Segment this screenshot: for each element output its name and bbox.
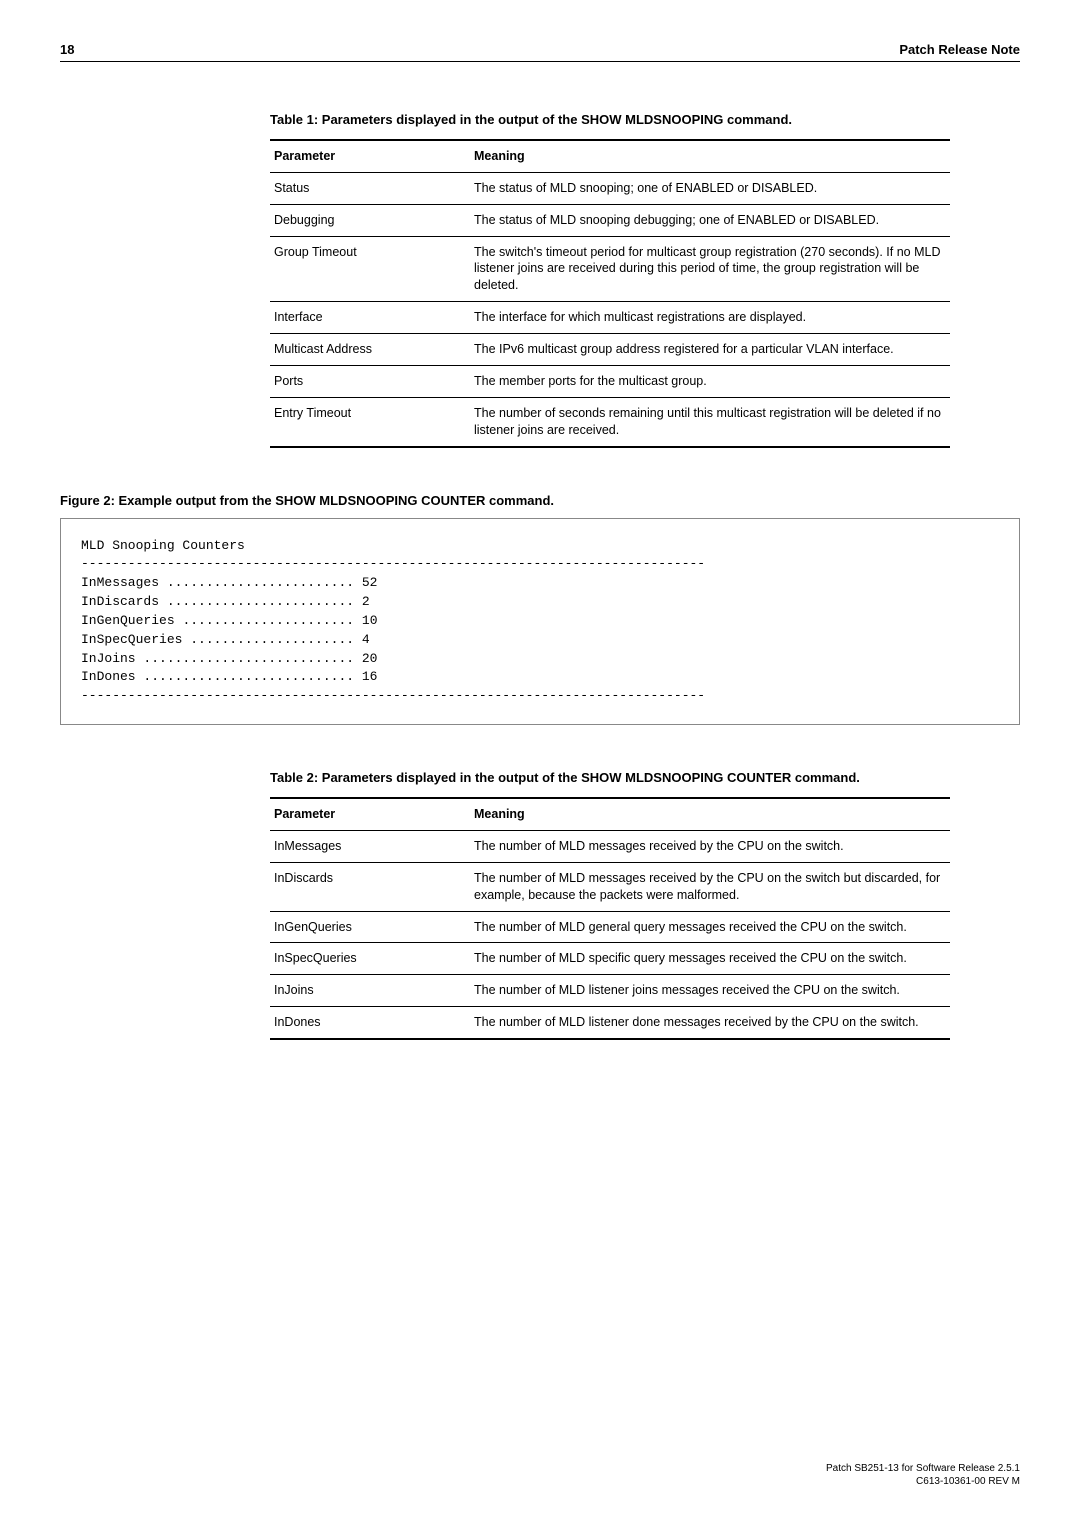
table-cell: The number of seconds remaining until th…	[470, 397, 950, 446]
table-cell: The number of MLD general query messages…	[470, 911, 950, 943]
table-cell: InSpecQueries	[270, 943, 470, 975]
table-cell: Status	[270, 172, 470, 204]
table-cell: Debugging	[270, 204, 470, 236]
code-label: InDones	[81, 669, 136, 684]
table-cell: The number of MLD specific query message…	[470, 943, 950, 975]
table-cell: Interface	[270, 302, 470, 334]
code-dots: ...........................	[143, 651, 354, 666]
code-label: InJoins	[81, 651, 136, 666]
code-value: 4	[362, 632, 370, 647]
table2-col-meaning: Meaning	[470, 798, 950, 830]
figure2-codebox: MLD Snooping Counters ------------------…	[60, 518, 1020, 726]
table-cell: The number of MLD listener joins message…	[470, 975, 950, 1007]
table-cell: InDones	[270, 1007, 470, 1039]
code-dots: ........................	[167, 575, 354, 590]
code-dots: .....................	[190, 632, 354, 647]
table-cell: InGenQueries	[270, 911, 470, 943]
table-cell: The member ports for the multicast group…	[470, 365, 950, 397]
table2-caption: Table 2: Parameters displayed in the out…	[270, 770, 950, 787]
table-cell: Group Timeout	[270, 236, 470, 302]
code-dashes: ----------------------------------------…	[81, 688, 705, 703]
code-value: 16	[362, 669, 378, 684]
table-cell: Entry Timeout	[270, 397, 470, 446]
table1-caption: Table 1: Parameters displayed in the out…	[270, 112, 950, 129]
table1-col-meaning: Meaning	[470, 140, 950, 172]
table-cell: InDiscards	[270, 862, 470, 911]
figure2-caption: Figure 2: Example output from the SHOW M…	[60, 493, 1020, 508]
table-cell: The number of MLD messages received by t…	[470, 862, 950, 911]
page-footer: Patch SB251-13 for Software Release 2.5.…	[826, 1462, 1020, 1488]
table-cell: The status of MLD snooping debugging; on…	[470, 204, 950, 236]
code-dashes: ----------------------------------------…	[81, 556, 705, 571]
footer-line2: C613-10361-00 REV M	[826, 1475, 1020, 1488]
table2-col-parameter: Parameter	[270, 798, 470, 830]
code-line-title: MLD Snooping Counters	[81, 538, 245, 553]
page-number: 18	[60, 42, 74, 57]
table-cell: The switch's timeout period for multicas…	[470, 236, 950, 302]
table-cell: The status of MLD snooping; one of ENABL…	[470, 172, 950, 204]
table-cell: Multicast Address	[270, 334, 470, 366]
page-header: 18 Patch Release Note	[60, 42, 1020, 62]
code-dots: ......................	[182, 613, 354, 628]
table-cell: InMessages	[270, 830, 470, 862]
code-dots: ........................	[167, 594, 354, 609]
code-label: InMessages	[81, 575, 159, 590]
code-label: InSpecQueries	[81, 632, 182, 647]
table-cell: The number of MLD messages received by t…	[470, 830, 950, 862]
code-value: 20	[362, 651, 378, 666]
header-title: Patch Release Note	[899, 42, 1020, 57]
code-dots: ...........................	[143, 669, 354, 684]
table-cell: The interface for which multicast regist…	[470, 302, 950, 334]
table-cell: The IPv6 multicast group address registe…	[470, 334, 950, 366]
code-value: 52	[362, 575, 378, 590]
table1: Parameter Meaning StatusThe status of ML…	[270, 139, 950, 448]
table1-col-parameter: Parameter	[270, 140, 470, 172]
table-cell: Ports	[270, 365, 470, 397]
code-label: InDiscards	[81, 594, 159, 609]
code-label: InGenQueries	[81, 613, 175, 628]
table-cell: InJoins	[270, 975, 470, 1007]
table2: Parameter Meaning InMessagesThe number o…	[270, 797, 950, 1040]
footer-line1: Patch SB251-13 for Software Release 2.5.…	[826, 1462, 1020, 1475]
code-value: 10	[362, 613, 378, 628]
code-value: 2	[362, 594, 370, 609]
table-cell: The number of MLD listener done messages…	[470, 1007, 950, 1039]
